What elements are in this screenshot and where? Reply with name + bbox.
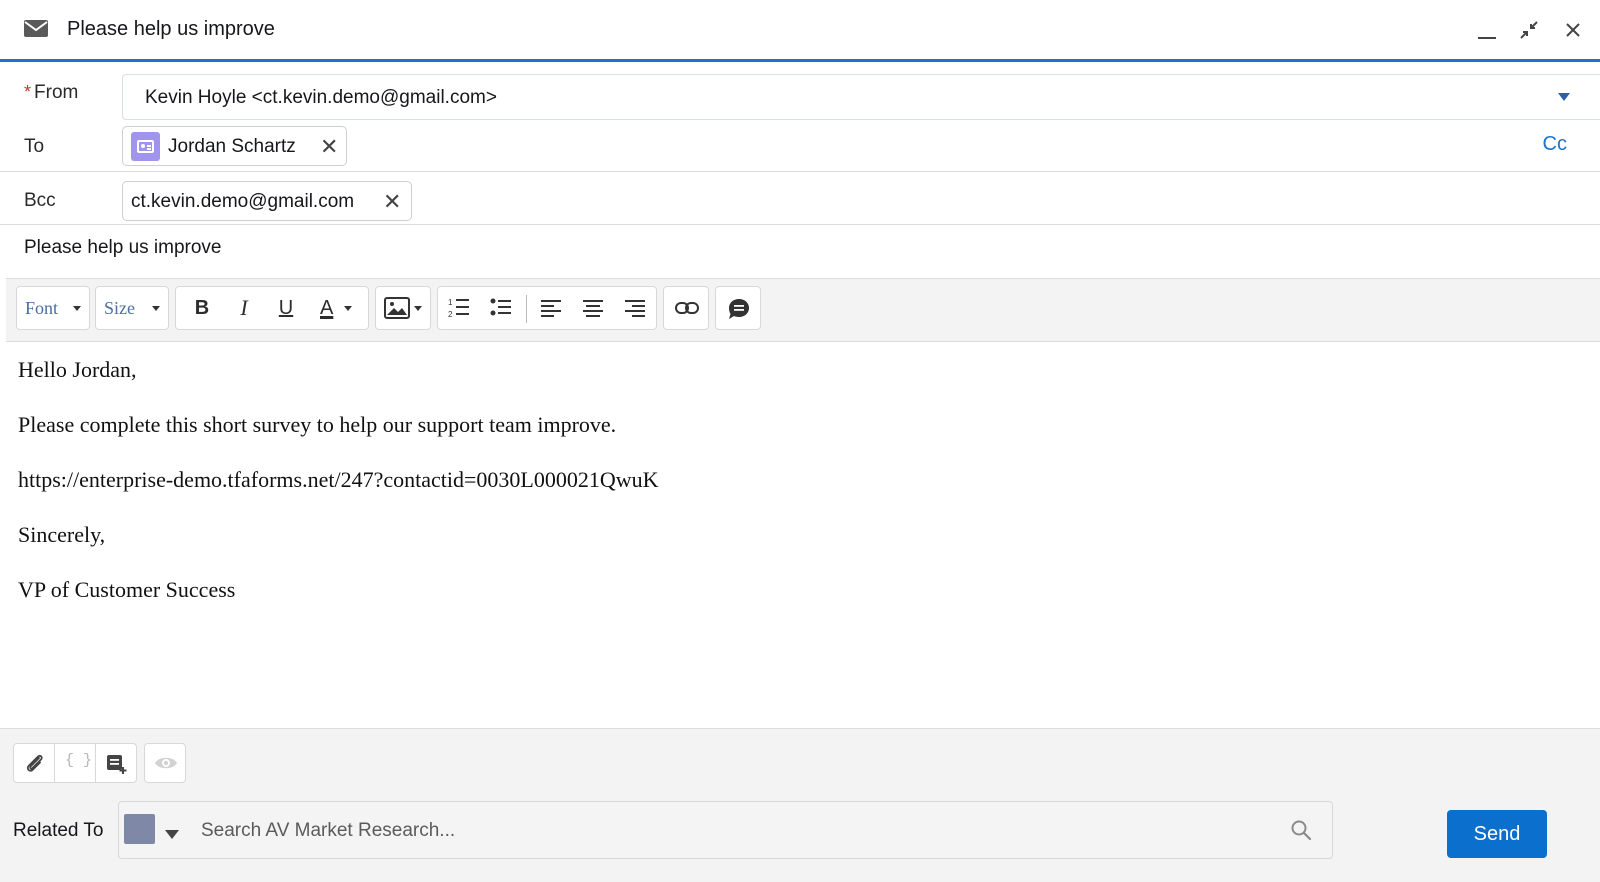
chat-bubble-icon xyxy=(729,299,749,319)
bcc-recipient-email: ct.kevin.demo@gmail.com xyxy=(131,191,355,212)
divider xyxy=(526,295,527,323)
bcc-row: Bcc ct.kevin.demo@gmail.com ✕ xyxy=(0,172,1600,225)
body-closing: Sincerely, xyxy=(18,522,106,547)
numbered-list-icon[interactable]: 1 2 xyxy=(448,297,470,319)
align-center-icon[interactable] xyxy=(582,297,604,319)
contact-icon xyxy=(131,132,160,161)
to-recipient-name: Jordan Schartz xyxy=(168,136,296,157)
insert-merge-field-button[interactable]: { } xyxy=(54,743,96,783)
size-dropdown[interactable]: Size xyxy=(95,286,169,330)
italic-button[interactable]: I xyxy=(226,287,262,329)
size-label: Size xyxy=(104,298,135,318)
related-to-lookup xyxy=(118,801,1333,859)
object-type-icon[interactable] xyxy=(124,814,155,844)
font-label: Font xyxy=(25,298,59,318)
align-left-icon[interactable] xyxy=(540,297,562,319)
chevron-down-icon xyxy=(1558,93,1570,101)
from-label: * From xyxy=(24,82,79,103)
required-marker: * xyxy=(24,82,32,102)
to-label: To xyxy=(24,136,45,157)
related-to-label: Related To xyxy=(13,820,104,841)
bullet-list-icon[interactable] xyxy=(490,297,512,319)
chevron-down-icon xyxy=(152,306,160,311)
send-button[interactable]: Send xyxy=(1447,810,1547,858)
bcc-recipient-pill[interactable]: ct.kevin.demo@gmail.com ✕ xyxy=(122,181,412,221)
remove-recipient-icon[interactable]: ✕ xyxy=(383,189,401,215)
remove-recipient-icon[interactable]: ✕ xyxy=(320,134,338,160)
to-row: To Jordan Schartz ✕ Cc xyxy=(0,121,1600,172)
chevron-down-icon xyxy=(344,306,352,311)
rich-text-toolbar: Font Size B I U A 1 2 xyxy=(6,278,1600,342)
search-icon xyxy=(1291,820,1312,841)
bold-button[interactable]: B xyxy=(184,287,220,329)
chevron-down-icon xyxy=(414,306,422,311)
template-icon xyxy=(107,755,127,774)
from-row: * From Kevin Hoyle <ct.kevin.demo@gmail.c… xyxy=(0,65,1600,120)
insert-quick-text-button[interactable] xyxy=(715,286,761,330)
minimize-icon[interactable] xyxy=(1472,14,1502,44)
from-value: Kevin Hoyle <ct.kevin.demo@gmail.com> xyxy=(145,87,497,108)
composer-header: Please help us improve xyxy=(0,0,1600,62)
from-select[interactable]: Kevin Hoyle <ct.kevin.demo@gmail.com> xyxy=(122,74,1600,120)
bcc-label: Bcc xyxy=(24,190,56,211)
chevron-down-icon xyxy=(73,306,81,311)
collapse-icon[interactable] xyxy=(1514,14,1544,44)
insert-link-button[interactable] xyxy=(663,286,709,330)
body-signature: VP of Customer Success xyxy=(18,577,236,602)
paperclip-icon xyxy=(26,754,43,772)
chevron-down-icon[interactable] xyxy=(165,830,179,839)
insert-template-button[interactable] xyxy=(95,743,137,783)
attach-file-button[interactable] xyxy=(13,743,55,783)
related-to-search-input[interactable] xyxy=(201,819,1261,843)
image-icon xyxy=(384,297,410,319)
svg-text:2: 2 xyxy=(448,310,453,319)
link-icon xyxy=(675,302,699,314)
close-icon[interactable] xyxy=(1556,14,1586,44)
body-survey-link: https://enterprise-demo.tfaforms.net/247… xyxy=(18,467,659,492)
body-paragraph: Please complete this short survey to hel… xyxy=(18,412,617,437)
underline-button[interactable]: U xyxy=(268,287,304,329)
svg-text:1: 1 xyxy=(448,298,453,307)
paragraph-group: 1 2 xyxy=(437,286,657,330)
subject-field[interactable]: Please help us improve xyxy=(24,237,222,259)
align-right-icon[interactable] xyxy=(624,297,646,319)
insert-image-button[interactable] xyxy=(375,286,431,330)
cc-link[interactable]: Cc xyxy=(1543,133,1567,156)
composer-title: Please help us improve xyxy=(67,18,275,40)
composer-footer: { } Related To Send xyxy=(0,728,1600,882)
merge-field-icon: { } xyxy=(65,752,93,769)
mail-icon xyxy=(24,20,48,37)
body-greeting: Hello Jordan, xyxy=(18,357,137,382)
preview-button[interactable] xyxy=(144,743,186,783)
format-group: B I U A xyxy=(175,286,369,330)
to-recipient-pill[interactable]: Jordan Schartz ✕ xyxy=(122,126,347,166)
eye-icon xyxy=(155,757,177,769)
font-dropdown[interactable]: Font xyxy=(16,286,90,330)
text-color-button[interactable]: A xyxy=(312,287,360,329)
